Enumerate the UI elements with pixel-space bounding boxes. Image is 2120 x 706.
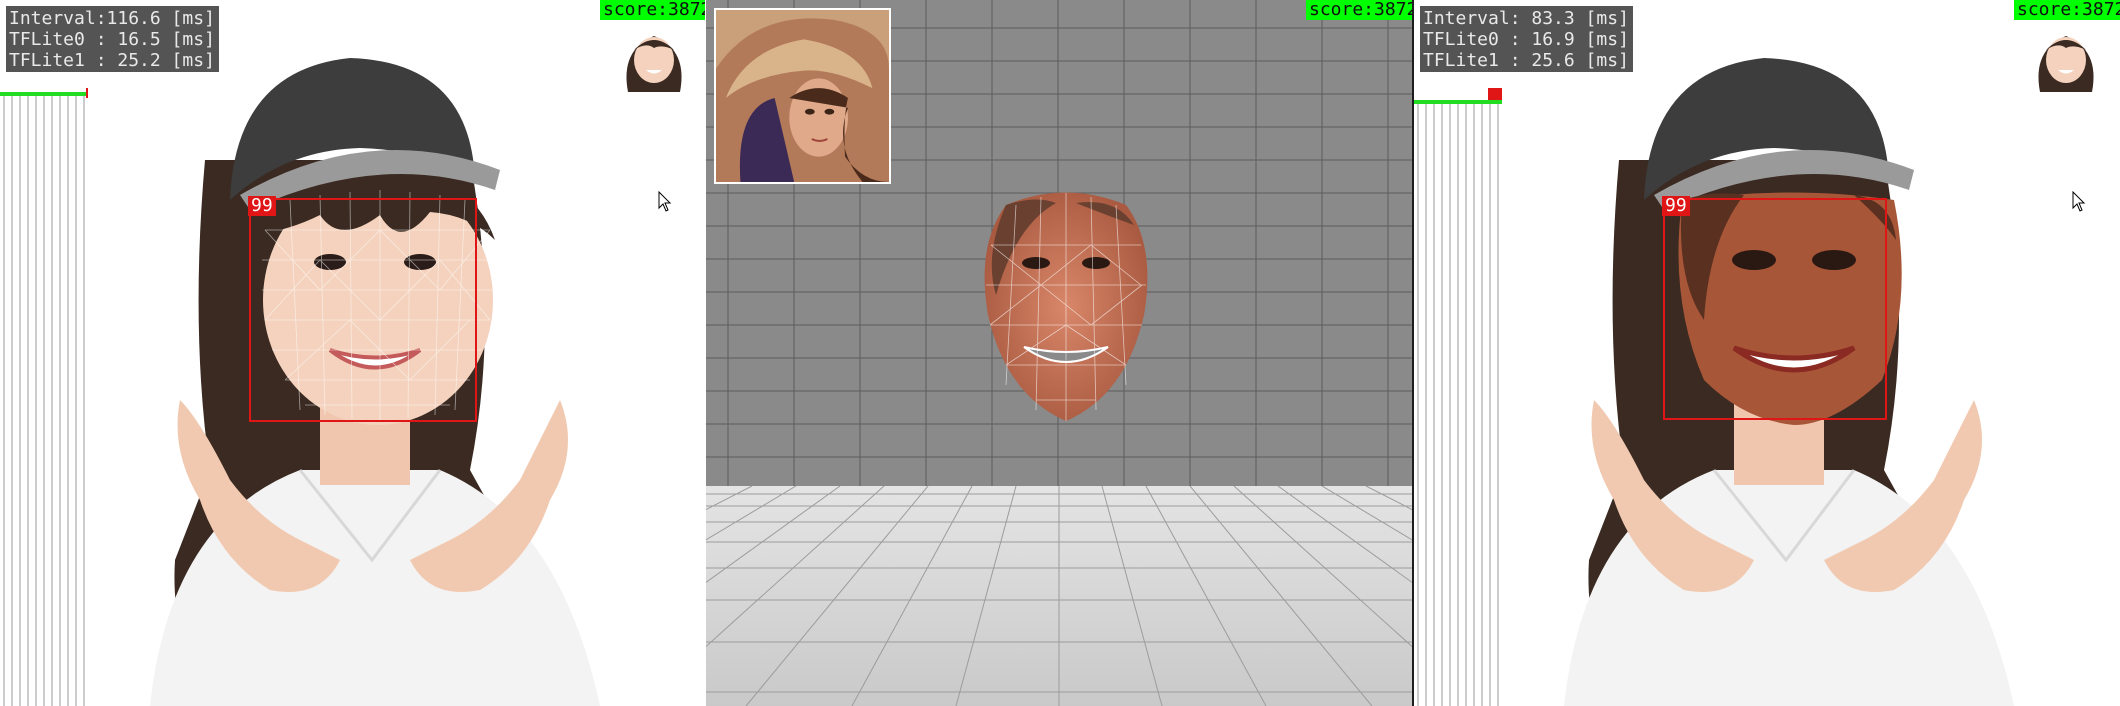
texture-source-thumbnail xyxy=(714,8,891,184)
face-detection-box xyxy=(249,198,477,422)
center-3d-view-panel: score:3872 xyxy=(706,0,1413,706)
floor-grid xyxy=(706,486,1413,706)
score-badge: score:3872 xyxy=(2014,0,2120,20)
face-detection-box xyxy=(1663,198,1887,420)
cursor-arrow-icon xyxy=(2072,191,2086,212)
performance-graph xyxy=(1414,88,1502,706)
face-mesh-model xyxy=(984,192,1148,421)
timing-stats: Interval: 83.3 [ms] TFLite0 : 16.9 [ms] TF… xyxy=(1420,6,1633,72)
score-badge: score:3872 xyxy=(600,0,706,20)
tflite0-readout: TFLite0 : 16.5 [ms] xyxy=(9,29,215,50)
score-badge: score:3872 xyxy=(1306,0,1413,20)
interval-readout: Interval:116.6 [ms] xyxy=(9,8,215,29)
tflite1-readout: TFLite1 : 25.6 [ms] xyxy=(1423,50,1629,71)
right-output-panel: Interval: 83.3 [ms] TFLite0 : 16.9 [ms] TF… xyxy=(1414,0,2120,706)
face-crop-thumbnail xyxy=(2022,20,2110,92)
tflite0-readout: TFLite0 : 16.9 [ms] xyxy=(1423,29,1629,50)
face-score-badge: 99 xyxy=(1662,196,1690,216)
tflite1-readout: TFLite1 : 25.2 [ms] xyxy=(9,50,215,71)
face-crop-thumbnail xyxy=(610,20,698,92)
performance-graph xyxy=(0,88,88,706)
timing-stats: Interval:116.6 [ms] TFLite0 : 16.5 [ms] TF… xyxy=(6,6,219,72)
interval-readout: Interval: 83.3 [ms] xyxy=(1423,8,1629,29)
face-score-badge: 99 xyxy=(248,196,276,216)
cursor-arrow-icon xyxy=(658,191,672,212)
left-camera-panel: Interval:116.6 [ms] TFLite0 : 16.5 [ms] TF… xyxy=(0,0,706,706)
